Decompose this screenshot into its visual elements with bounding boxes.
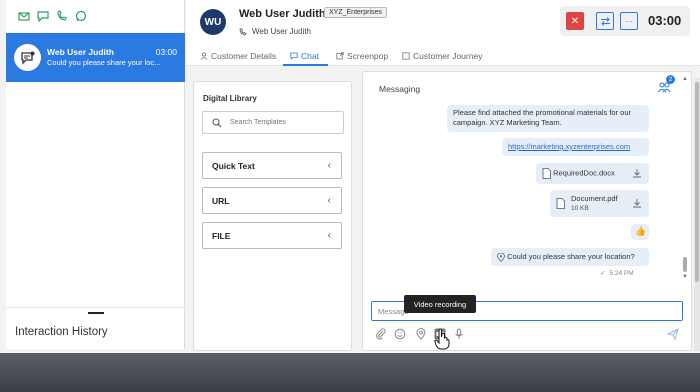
tab-label: Screenpop	[347, 51, 389, 61]
message-link[interactable]: https://marketing.xyzenterprises.com	[508, 142, 630, 151]
delivered-check-icon: ✓	[600, 270, 606, 277]
company-badge: XYZ_Enterprises	[324, 7, 387, 18]
journey-icon	[402, 52, 410, 60]
library-item-file[interactable]: FILE ‹	[202, 222, 342, 249]
phone-chat-icon[interactable]	[56, 10, 68, 22]
user-icon	[200, 52, 208, 60]
file-name: RequiredDoc.docx	[553, 168, 615, 178]
file-attachment[interactable]: RequiredDoc.docx	[536, 163, 649, 184]
tab-label: Customer Details	[211, 51, 277, 61]
template-search-input[interactable]: Search Templates	[202, 111, 344, 134]
chevron-left-icon: ‹	[327, 230, 331, 241]
channel-icons	[18, 10, 87, 22]
message-text: Could you please share your location?	[507, 252, 635, 261]
interaction-tabs: Customer Details Chat Screenpop Customer…	[186, 44, 700, 66]
document-icon	[556, 198, 565, 209]
tab-customer-details[interactable]: Customer Details	[200, 51, 276, 61]
chat-bubble-icon	[20, 51, 34, 65]
page-scroll-thumb[interactable]	[695, 82, 699, 282]
more-options-button[interactable]: ···	[620, 12, 638, 30]
tab-label: Customer Journey	[413, 51, 483, 61]
active-interaction-item[interactable]: Web User Judith 03:00 Could you please s…	[6, 33, 185, 82]
library-item-label: FILE	[212, 231, 231, 241]
emoji-icon[interactable]	[394, 328, 406, 340]
customer-subtitle: Web User Judith	[239, 27, 311, 36]
interaction-timer: 03:00	[648, 13, 682, 28]
chevron-left-icon: ‹	[327, 160, 331, 171]
location-icon[interactable]	[415, 328, 427, 340]
page-scrollbar[interactable]	[694, 78, 700, 351]
file-size: 10 KB	[571, 205, 589, 212]
os-taskbar	[0, 353, 700, 392]
external-link-icon	[336, 52, 344, 60]
message-bubble: Could you please share your location?	[491, 248, 649, 266]
scroll-up-icon[interactable]: ▲	[682, 76, 688, 82]
tab-screenpop[interactable]: Screenpop	[336, 51, 388, 61]
attachment-icon[interactable]	[375, 328, 387, 340]
interaction-name: Web User Judith	[47, 47, 114, 57]
participant-count-badge: 2	[666, 75, 675, 84]
message-bubble: Please find attached the promotional mat…	[447, 105, 649, 132]
interaction-history-title[interactable]: Interaction History	[15, 326, 108, 338]
chat-icon	[290, 52, 298, 60]
scroll-down-icon[interactable]: ▼	[682, 274, 688, 280]
scroll-thumb[interactable]	[683, 257, 687, 272]
library-item-label: Quick Text	[212, 161, 255, 171]
library-item-url[interactable]: URL ‹	[202, 187, 342, 214]
video-recording-tooltip: Video recording	[404, 295, 476, 313]
download-icon[interactable]	[632, 168, 642, 178]
phone-icon	[239, 27, 247, 35]
tab-chat[interactable]: Chat	[290, 51, 319, 61]
active-tab-indicator	[283, 64, 328, 66]
digital-library-panel: Digital Library Search Templates Quick T…	[193, 81, 352, 351]
location-pin-icon	[497, 252, 505, 262]
send-icon[interactable]	[667, 328, 679, 340]
chevron-left-icon: ‹	[327, 195, 331, 206]
transfer-button[interactable]	[596, 12, 614, 30]
whatsapp-icon[interactable]	[75, 10, 87, 22]
download-icon[interactable]	[632, 198, 642, 208]
messaging-title: Messaging	[379, 84, 421, 94]
microphone-icon[interactable]	[453, 328, 465, 340]
chat-icon[interactable]	[37, 10, 49, 22]
email-icon[interactable]	[18, 10, 30, 22]
transfer-icon	[600, 16, 610, 26]
message-meta: ✓ 5:24 PM	[600, 269, 634, 278]
file-attachment[interactable]: Document.pdf 10 KB	[550, 190, 649, 217]
tab-customer-journey[interactable]: Customer Journey	[402, 51, 482, 61]
message-text: Please find attached the promotional mat…	[453, 108, 632, 127]
message-bubble: https://marketing.xyzenterprises.com	[502, 138, 649, 156]
customer-name: Web User Judith	[239, 8, 326, 20]
search-placeholder: Search Templates	[230, 119, 286, 126]
library-item-quick-text[interactable]: Quick Text ‹	[202, 152, 342, 179]
end-interaction-button[interactable]: ✕	[566, 12, 584, 30]
file-name: Document.pdf	[571, 194, 618, 203]
customer-avatar: WU	[200, 9, 226, 35]
library-item-label: URL	[212, 196, 230, 206]
interactions-panel: Web User Judith 03:00 Could you please s…	[6, 0, 185, 349]
messages-scrollbar[interactable]: ▲ ▼	[682, 74, 688, 284]
customer-header: WU Web User Judith XYZ_Enterprises Web U…	[186, 0, 700, 44]
interaction-preview: Could you please share your loc...	[47, 58, 161, 67]
resize-handle[interactable]	[88, 312, 104, 314]
tab-label: Chat	[301, 51, 319, 61]
call-controls: ✕ ··· 03:00	[560, 6, 690, 36]
agent-desktop: Web User Judith 03:00 Could you please s…	[0, 0, 700, 353]
hand-cursor-icon	[434, 328, 450, 350]
thumbs-up-icon: 👍	[635, 226, 647, 236]
interaction-time: 03:00	[155, 47, 177, 57]
customer-subtitle-text: Web User Judith	[252, 27, 311, 36]
message-time: 5:24 PM	[609, 269, 634, 277]
document-icon	[542, 168, 551, 179]
search-icon	[212, 118, 222, 128]
library-title: Digital Library	[203, 94, 257, 103]
message-bubble: 👍	[631, 224, 649, 240]
chat-channel-avatar	[14, 44, 41, 71]
divider	[6, 307, 185, 308]
